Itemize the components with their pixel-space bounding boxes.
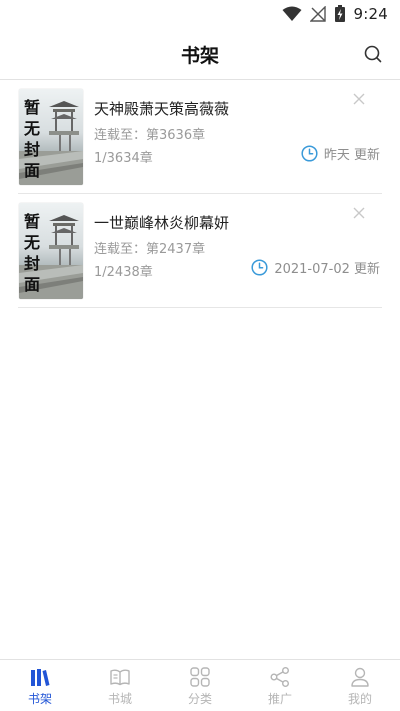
tab-label: 推广 [267,692,292,706]
close-icon[interactable] [352,206,366,220]
share-icon [270,667,289,687]
wifi-icon [282,6,302,21]
no-signal-icon [309,6,326,22]
book-latest-chapter: 连载至：第2437章 [94,242,206,257]
tab-categories[interactable]: 分类 [160,660,240,711]
tab-label: 书城 [107,692,132,706]
close-icon[interactable] [352,92,366,106]
book-title[interactable]: 天神殿萧天策高薇薇 [94,98,229,119]
cover-placeholder-text: 暂无封面 [23,98,40,180]
book-title[interactable]: 一世巅峰林炎柳幕妍 [94,212,229,233]
cover-placeholder-text: 暂无封面 [23,212,40,294]
book-item[interactable]: 暂无封面 天神殿萧天策高薇薇 连载至：第3636章 1/3634章 昨天 更新 [18,80,382,194]
open-book-icon [110,669,130,686]
tab-bookshelf[interactable]: 书架 [0,660,80,711]
tab-label: 分类 [187,692,212,706]
book-update-time: 昨天 更新 [301,144,380,163]
book-cover[interactable]: 暂无封面 [19,89,83,185]
book-update-label: 昨天 更新 [323,148,380,163]
clock-icon [301,145,318,162]
bookshelf-icon [31,669,50,686]
top-app-bar: 书架 [0,28,400,80]
book-item[interactable]: 暂无封面 一世巅峰林炎柳幕妍 连载至：第2437章 1/2438章 2021-0… [18,194,382,308]
grid-icon [190,667,210,687]
tab-promotion[interactable]: 推广 [240,660,320,711]
book-reading-progress: 1/2438章 [94,265,153,280]
tab-profile[interactable]: 我的 [320,660,400,711]
status-icons: 9:24 [282,4,388,24]
battery-charging-icon [334,5,345,22]
tab-label: 我的 [347,692,372,706]
bottom-tab-bar: 书架 书城 分类 推广 我的 [0,659,400,711]
status-time: 9:24 [353,5,388,23]
clock-icon [251,259,268,276]
bookshelf-list: 暂无封面 天神殿萧天策高薇薇 连载至：第3636章 1/3634章 昨天 更新 [18,80,382,308]
search-icon[interactable] [362,43,384,65]
book-latest-chapter: 连载至：第3636章 [94,128,206,143]
book-update-label: 2021-07-02 更新 [274,262,380,277]
tab-label: 书架 [27,692,52,706]
status-bar: 9:24 [0,0,400,28]
user-icon [351,667,369,687]
book-update-time: 2021-07-02 更新 [251,258,380,277]
tab-bookstore[interactable]: 书城 [80,660,160,711]
page-title: 书架 [180,45,219,67]
book-cover[interactable]: 暂无封面 [19,203,83,299]
book-reading-progress: 1/3634章 [94,151,153,166]
